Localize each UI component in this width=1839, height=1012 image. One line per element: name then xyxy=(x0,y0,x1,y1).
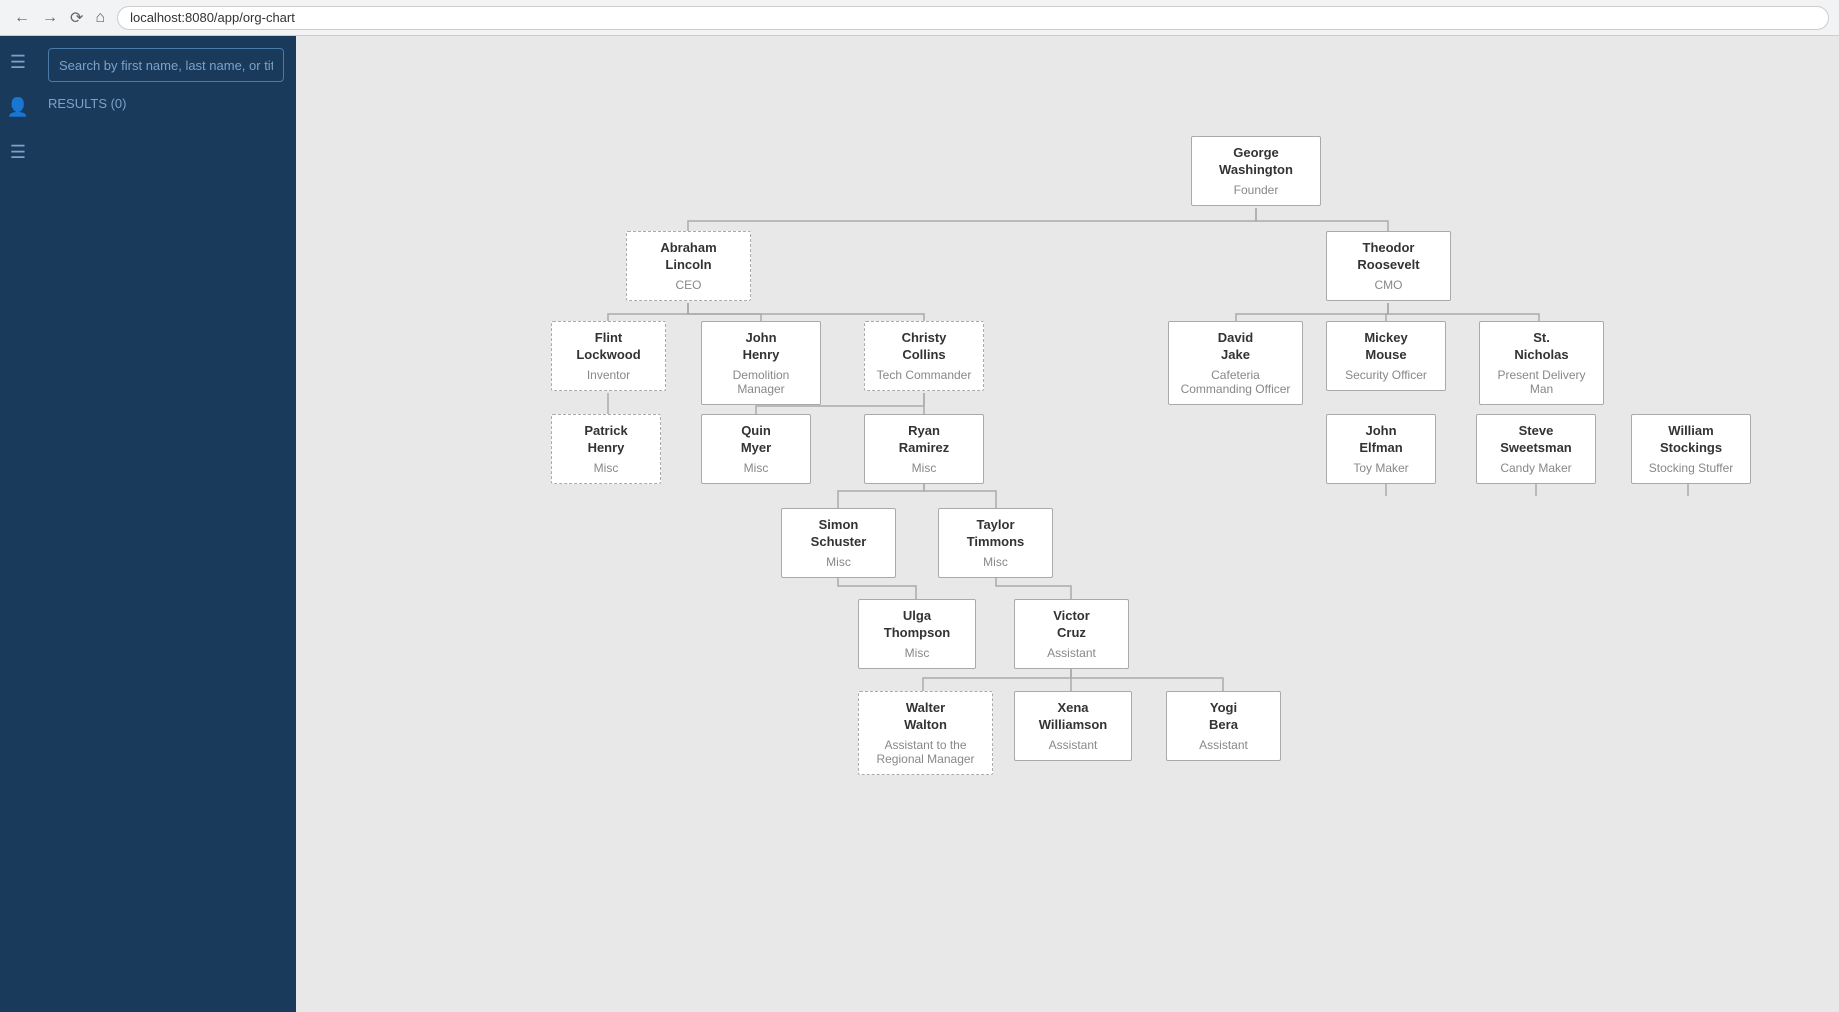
node-abraham-lincoln[interactable]: AbrahamLincoln CEO xyxy=(626,231,751,301)
results-label: RESULTS (0) xyxy=(48,92,284,115)
node-xena-williamson[interactable]: XenaWilliamson Assistant xyxy=(1014,691,1132,761)
node-john-henry[interactable]: JohnHenry Demolition Manager xyxy=(701,321,821,405)
node-george-washington[interactable]: GeorgeWashington Founder xyxy=(1191,136,1321,206)
node-walter-walton[interactable]: WalterWalton Assistant to the Regional M… xyxy=(858,691,993,775)
node-patrick-henry[interactable]: PatrickHenry Misc xyxy=(551,414,661,484)
node-mickey-mouse[interactable]: MickeyMouse Security Officer xyxy=(1326,321,1446,391)
refresh-icon[interactable]: ⟳ xyxy=(66,4,87,32)
node-ulga-thompson[interactable]: UlgaThompson Misc xyxy=(858,599,976,669)
list-icon[interactable]: ☰ xyxy=(6,138,30,167)
forward-icon[interactable]: → xyxy=(38,5,62,31)
menu-icon[interactable]: ☰ xyxy=(6,48,30,77)
browser-navigation[interactable]: ← → ⟳ ⌂ xyxy=(10,4,109,32)
node-taylor-timmons[interactable]: TaylorTimmons Misc xyxy=(938,508,1053,578)
node-david-jake[interactable]: DavidJake Cafeteria Commanding Officer xyxy=(1168,321,1303,405)
node-steve-sweetsman[interactable]: SteveSweetsman Candy Maker xyxy=(1476,414,1596,484)
node-theodor-roosevelt[interactable]: TheodorRoosevelt CMO xyxy=(1326,231,1451,301)
home-icon[interactable]: ⌂ xyxy=(91,5,109,31)
node-simon-schuster[interactable]: SimonSchuster Misc xyxy=(781,508,896,578)
node-christy-collins[interactable]: ChristyCollins Tech Commander xyxy=(864,321,984,391)
org-chart-area[interactable]: GeorgeWashington Founder AbrahamLincoln … xyxy=(296,36,1839,1012)
node-yogi-bera[interactable]: YogiBera Assistant xyxy=(1166,691,1281,761)
people-icon[interactable]: 👤 xyxy=(3,93,33,122)
node-william-stockings[interactable]: WilliamStockings Stocking Stuffer xyxy=(1631,414,1751,484)
browser-chrome: ← → ⟳ ⌂ localhost:8080/app/org-chart xyxy=(0,0,1839,36)
url-text: localhost:8080/app/org-chart xyxy=(130,10,295,25)
connector-lines xyxy=(316,56,1816,956)
icon-navigation: ☰ 👤 ☰ xyxy=(0,36,36,1012)
back-icon[interactable]: ← xyxy=(10,5,34,31)
search-input[interactable] xyxy=(48,48,284,82)
node-quin-myer[interactable]: QuinMyer Misc xyxy=(701,414,811,484)
node-flint-lockwood[interactable]: FlintLockwood Inventor xyxy=(551,321,666,391)
org-chart: GeorgeWashington Founder AbrahamLincoln … xyxy=(316,56,1716,856)
node-victor-cruz[interactable]: VictorCruz Assistant xyxy=(1014,599,1129,669)
sidebar: RESULTS (0) xyxy=(36,36,296,1012)
node-john-elfman[interactable]: JohnElfman Toy Maker xyxy=(1326,414,1436,484)
node-ryan-ramirez[interactable]: RyanRamirez Misc xyxy=(864,414,984,484)
address-bar[interactable]: localhost:8080/app/org-chart xyxy=(117,6,1829,30)
node-st-nicholas[interactable]: St.Nicholas Present Delivery Man xyxy=(1479,321,1604,405)
